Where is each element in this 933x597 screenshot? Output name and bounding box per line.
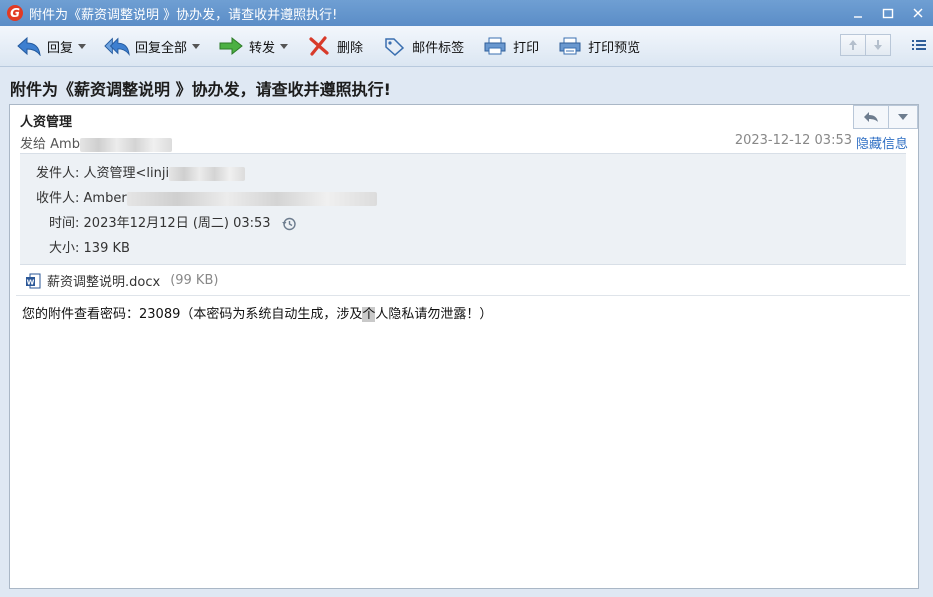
sender-row: 发件人: 人资管理<linji <box>36 162 246 181</box>
mail-window: G 附件为《薪资调整说明 》协办发，请查收并遵照执行! 回复 回复全部 转发 删… <box>0 0 933 597</box>
details-box: 发件人: 人资管理<linji 收件人: Amber 时间: 2023年12月1… <box>20 153 906 265</box>
previous-mail-button[interactable] <box>840 34 866 56</box>
print-preview-icon <box>557 35 583 57</box>
forward-icon <box>218 35 244 57</box>
print-button[interactable]: 打印 <box>476 32 545 60</box>
reply-all-icon <box>104 35 130 57</box>
chevron-down-icon <box>898 114 908 120</box>
mail-subject: 附件为《薪资调整说明 》协办发，请查收并遵照执行! <box>10 80 391 99</box>
reply-icon <box>864 112 878 122</box>
mail-tag-button[interactable]: 邮件标签 <box>375 32 470 60</box>
svg-text:W: W <box>27 278 35 286</box>
next-icon <box>874 40 882 50</box>
time-row: 时间: 2023年12月12日 (周二) 03:53 <box>49 212 297 232</box>
size-row: 大小: 139 KB <box>49 241 130 256</box>
print-icon <box>482 35 508 57</box>
redacted-recipient <box>79 137 172 152</box>
sender-name[interactable]: 人资管理 <box>20 111 72 130</box>
maximize-icon[interactable] <box>877 3 899 23</box>
sender-address[interactable]: 人资管理<linji <box>84 166 170 181</box>
forward-dropdown-caret[interactable] <box>280 43 289 49</box>
delete-button[interactable]: 删除 <box>300 32 369 60</box>
recipient-address[interactable]: Amber <box>84 191 127 206</box>
history-icon[interactable] <box>281 216 297 232</box>
minimize-icon[interactable] <box>847 3 869 23</box>
reply-dropdown-caret[interactable] <box>78 43 87 49</box>
app-logo-icon: G <box>7 5 23 21</box>
delete-icon <box>306 35 332 57</box>
mail-body: 您的附件查看密码：23089（本密码为系统自动生成，涉及个人隐私请勿泄露！） <box>22 307 493 322</box>
toolbar: 回复 回复全部 转发 删除 邮件标签 打印 打印预览 <box>0 26 933 67</box>
tag-icon <box>381 35 407 57</box>
forward-button[interactable]: 转发 <box>212 32 294 60</box>
quick-reply-button[interactable] <box>853 105 889 129</box>
redacted-recipient-address <box>126 191 377 206</box>
message-panel: 人资管理 发给 Amb 2023-12-12 03:53 隐藏信息 发件人: 人… <box>9 104 919 589</box>
reply-button[interactable]: 回复 <box>10 32 92 60</box>
list-view-icon[interactable] <box>911 37 927 53</box>
reply-all-dropdown-caret[interactable] <box>192 43 201 49</box>
next-mail-button[interactable] <box>866 34 891 56</box>
sent-to-line: 发给 Amb <box>20 133 172 152</box>
selected-text: 个 <box>362 307 376 322</box>
quick-reply-dropdown[interactable] <box>889 105 918 129</box>
close-icon[interactable] <box>907 3 929 23</box>
print-preview-button[interactable]: 打印预览 <box>551 32 646 60</box>
divider <box>16 295 910 296</box>
attachment-size: (99 KB) <box>170 273 219 288</box>
attachment-name[interactable]: 薪资调整说明.docx <box>47 271 160 290</box>
hide-info-link[interactable]: 隐藏信息 <box>856 133 908 152</box>
attachment-item[interactable]: W 薪资调整说明.docx (99 KB) <box>26 271 218 290</box>
redacted-sender-address <box>169 166 246 181</box>
title-bar: G 附件为《薪资调整说明 》协办发，请查收并遵照执行! <box>0 0 933 26</box>
previous-icon <box>849 40 857 50</box>
word-doc-icon: W <box>26 273 41 288</box>
mail-date: 2023-12-12 03:53 <box>734 133 852 148</box>
reply-all-button[interactable]: 回复全部 <box>98 32 206 60</box>
window-title: 附件为《薪资调整说明 》协办发，请查收并遵照执行! <box>29 7 338 23</box>
recipient-row: 收件人: Amber <box>36 187 377 206</box>
reply-icon <box>16 35 42 57</box>
